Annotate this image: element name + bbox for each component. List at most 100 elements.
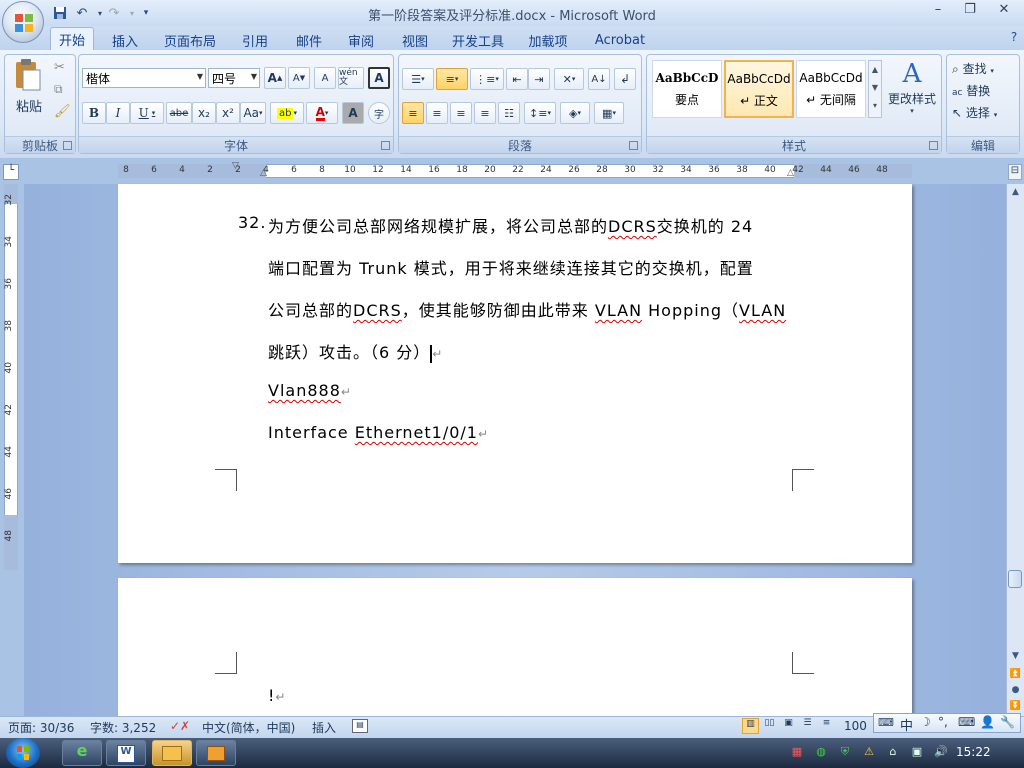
bullets-button[interactable]: ☰ ▾	[402, 68, 434, 90]
strikethrough-button[interactable]: abe	[166, 102, 192, 124]
soft-keyboard-icon[interactable]: ⌨	[958, 715, 975, 729]
change-styles-button[interactable]: A 更改样式 ▾	[886, 58, 938, 124]
half-width-icon[interactable]: ☽	[920, 715, 931, 729]
previous-page-icon[interactable]: ⏫	[1007, 666, 1024, 682]
tab-acrobat[interactable]: Acrobat	[590, 30, 650, 50]
taskbar-explorer[interactable]	[152, 740, 192, 766]
minimize-button[interactable]: –	[924, 2, 952, 22]
find-button[interactable]: ⌕ 查找 ▾	[952, 60, 994, 77]
justify-button[interactable]: ≡	[474, 102, 496, 124]
start-button[interactable]	[6, 738, 40, 768]
scroll-thumb[interactable]	[1008, 570, 1022, 588]
help-icon[interactable]: ?	[1006, 30, 1022, 46]
shading-button[interactable]: ◈ ▾	[560, 102, 590, 124]
tab-home[interactable]: 开始	[50, 27, 94, 51]
taskbar-app[interactable]	[196, 740, 236, 766]
borders-button[interactable]: ▦ ▾	[594, 102, 624, 124]
taskbar-ie[interactable]: e	[62, 740, 102, 766]
text-line[interactable]: !↵	[268, 686, 286, 705]
draft-icon[interactable]: ≡	[818, 718, 835, 734]
next-page-icon[interactable]: ⏬	[1007, 698, 1024, 714]
text-line[interactable]: Vlan888↵	[268, 381, 352, 400]
align-center-button[interactable]: ≡	[426, 102, 448, 124]
office-button[interactable]	[2, 1, 44, 43]
tab-insert[interactable]: 插入	[104, 30, 146, 50]
bold-button[interactable]: B	[82, 102, 106, 124]
clear-format-button[interactable]: A	[314, 67, 336, 89]
volume-icon[interactable]: 🔊	[934, 745, 948, 759]
tab-mailings[interactable]: 邮件	[288, 30, 330, 50]
numbering-button[interactable]: ≡ ▾	[436, 68, 468, 90]
enclose-char-button[interactable]: 字	[368, 102, 390, 124]
zoom-level[interactable]: 100	[844, 719, 867, 733]
user-icon[interactable]: 👤	[980, 715, 995, 729]
italic-button[interactable]: I	[106, 102, 130, 124]
shield-icon[interactable]: ⛨	[838, 745, 852, 759]
styles-scroll[interactable]: ▲ ▼ ▾	[868, 60, 882, 118]
tab-page-layout[interactable]: 页面布局	[158, 30, 222, 50]
sort-button[interactable]: A↓	[588, 68, 610, 90]
increase-indent-button[interactable]: ⇥	[528, 68, 550, 90]
tab-references[interactable]: 引用	[234, 30, 276, 50]
text-line[interactable]: 公司总部的DCRS，使其能够防御由此带来 VLAN Hopping（VLAN	[268, 297, 786, 321]
taskbar-word[interactable]: W	[106, 740, 146, 766]
ime-toolbar[interactable]: ⌨ 中 ☽ °, ⌨ 👤 🔧	[873, 713, 1021, 734]
text-line[interactable]: 为方便公司总部网络规模扩展，将公司总部的DCRS交换机的 24	[268, 213, 753, 237]
copy-icon[interactable]: ⧉	[54, 82, 63, 97]
proofing-icon[interactable]: ✓✗	[170, 719, 190, 733]
right-indent-marker[interactable]: △	[787, 168, 794, 178]
word-count[interactable]: 字数: 3,252	[90, 719, 156, 736]
align-right-button[interactable]: ≡	[450, 102, 472, 124]
change-case-button[interactable]: Aa ▾	[240, 102, 266, 124]
dialog-launcher-icon[interactable]	[63, 141, 72, 150]
highlight-button[interactable]: ab ▾	[270, 102, 304, 124]
font-size-combo[interactable]: 四号 ▼	[208, 68, 260, 88]
taskbar-clock[interactable]: 15:22	[956, 745, 991, 759]
dialog-launcher-icon[interactable]	[381, 141, 390, 150]
style-item-yaodian[interactable]: AaBbCcD 要点	[652, 60, 722, 118]
outline-icon[interactable]: ☰	[799, 718, 816, 734]
scroll-up-icon[interactable]: ▲	[1007, 184, 1024, 200]
select-button[interactable]: ↖ 选择 ▾	[952, 104, 997, 121]
shrink-font-button[interactable]: A ▼	[288, 67, 310, 89]
macro-record-icon[interactable]: ▤	[352, 719, 368, 733]
page-count[interactable]: 页面: 30/36	[8, 719, 74, 736]
grow-font-button[interactable]: A ▲	[264, 67, 286, 89]
tab-view[interactable]: 视图	[394, 30, 436, 50]
wrench-icon[interactable]: 🔧	[1000, 715, 1015, 729]
distributed-button[interactable]: ☷	[498, 102, 520, 124]
tab-developer[interactable]: 开发工具	[446, 30, 510, 50]
dialog-launcher-icon[interactable]	[629, 141, 638, 150]
page[interactable]	[118, 578, 912, 716]
network-icon[interactable]: ▣	[910, 745, 924, 759]
web-layout-icon[interactable]: ▣	[780, 718, 797, 734]
superscript-button[interactable]: x²	[216, 102, 240, 124]
print-layout-icon[interactable]: ▥	[742, 718, 759, 734]
char-border-button[interactable]: A	[368, 67, 390, 89]
close-button[interactable]: ✕	[990, 2, 1018, 22]
text-line[interactable]: 端口配置为 Trunk 模式，用于将来继续连接其它的交换机，配置	[268, 255, 754, 279]
language-status[interactable]: 中文(简体，中国)	[202, 719, 295, 736]
underline-button[interactable]: U ▾	[130, 102, 164, 124]
tab-review[interactable]: 审阅	[340, 30, 382, 50]
asian-layout-button[interactable]: ✕ ▾	[554, 68, 584, 90]
browse-object-icon[interactable]: ●	[1007, 682, 1024, 698]
text-line[interactable]: 跳跃）攻击。（6 分） ↵	[268, 339, 443, 363]
style-item-zhengwen[interactable]: AaBbCcDd ↵ 正文	[724, 60, 794, 118]
decrease-indent-button[interactable]: ⇤	[506, 68, 528, 90]
multilevel-list-button[interactable]: ⋮≡ ▾	[470, 68, 504, 90]
vertical-scrollbar[interactable]	[1006, 184, 1024, 716]
font-name-combo[interactable]: 楷体 ▼	[82, 68, 206, 88]
usb-icon[interactable]: ⌂	[886, 745, 900, 759]
page[interactable]	[118, 184, 912, 563]
punctuation-icon[interactable]: °,	[938, 715, 948, 729]
tab-addins[interactable]: 加载项	[522, 30, 574, 50]
phonetic-guide-button[interactable]: wén 文	[338, 67, 364, 89]
tray-icon[interactable]: ▦	[790, 745, 804, 759]
line-spacing-button[interactable]: ↕≡ ▾	[524, 102, 556, 124]
ime-mode[interactable]: 中	[900, 715, 913, 734]
format-painter-icon[interactable]: 🖌	[54, 104, 71, 119]
tab-selector[interactable]: └	[3, 164, 19, 180]
show-marks-button[interactable]: ↲	[614, 68, 636, 90]
scroll-down-icon[interactable]: ▼	[1007, 648, 1024, 664]
